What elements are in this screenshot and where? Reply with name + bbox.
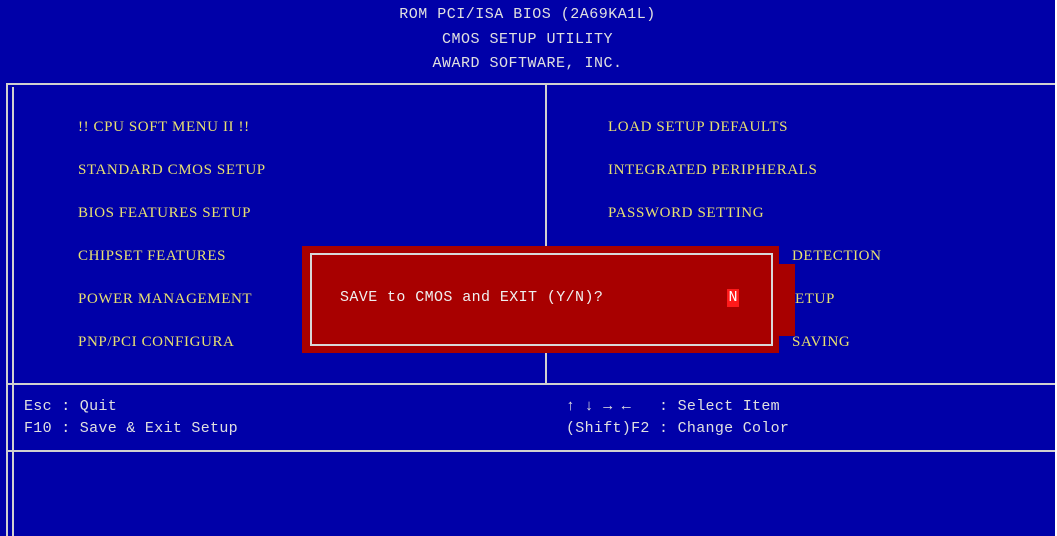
bios-version-title: ROM PCI/ISA BIOS (2A69KA1L): [399, 6, 656, 23]
frame-left-inner-border: [12, 87, 14, 536]
menu-item-pnp-pci-configuration[interactable]: PNP/PCI CONFIGURA: [78, 334, 235, 351]
dialog-prompt-text: SAVE to CMOS and EXIT (Y/N)?: [340, 289, 604, 306]
help-arrows-select-item: ↑ ↓ → ← : Select Item: [566, 398, 780, 415]
bios-screen: ROM PCI/ISA BIOS (2A69KA1L) CMOS SETUP U…: [0, 0, 1055, 536]
frame-help-bottom-border: [6, 450, 1055, 452]
help-f10-save-exit: F10 : Save & Exit Setup: [24, 420, 238, 437]
frame-menu-bottom-border: [6, 383, 1055, 385]
menu-item-exit-without-saving-partial[interactable]: SAVING: [792, 334, 850, 351]
help-shift-f2-change-color: (Shift)F2 : Change Color: [566, 420, 790, 437]
menu-item-ide-detection-partial[interactable]: DETECTION: [792, 248, 882, 265]
menu-item-power-management[interactable]: POWER MANAGEMENT: [78, 291, 252, 308]
dialog-answer-input[interactable]: N: [727, 289, 739, 307]
vendor-title: AWARD SOFTWARE, INC.: [432, 55, 623, 72]
frame-left-border: [6, 83, 8, 536]
menu-item-save-exit-setup-partial[interactable]: ETUP: [795, 291, 835, 308]
help-esc-quit: Esc : Quit: [24, 398, 118, 415]
menu-item-chipset-features[interactable]: CHIPSET FEATURES: [78, 248, 226, 265]
menu-item-integrated-peripherals[interactable]: INTEGRATED PERIPHERALS: [608, 162, 817, 179]
utility-title: CMOS SETUP UTILITY: [441, 31, 614, 48]
dialog-highlight-strip: [779, 264, 795, 336]
menu-item-load-setup-defaults[interactable]: LOAD SETUP DEFAULTS: [608, 119, 788, 136]
menu-item-cpu-soft-menu[interactable]: !! CPU SOFT MENU II !!: [78, 119, 250, 136]
menu-item-bios-features-setup[interactable]: BIOS FEATURES SETUP: [78, 205, 251, 222]
frame-top-border: [6, 83, 1055, 85]
menu-item-standard-cmos-setup[interactable]: STANDARD CMOS SETUP: [78, 162, 266, 179]
menu-item-password-setting[interactable]: PASSWORD SETTING: [608, 205, 764, 222]
